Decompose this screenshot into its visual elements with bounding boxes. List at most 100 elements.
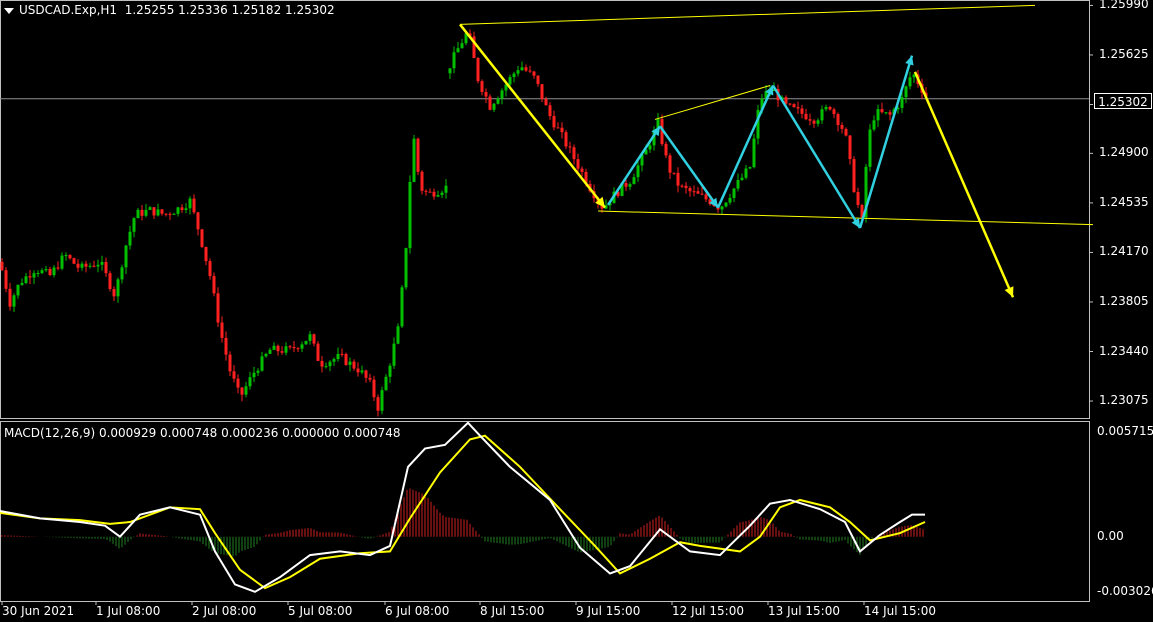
candle-body bbox=[260, 356, 264, 371]
time-tick-label: 6 Jul 08:00 bbox=[385, 604, 450, 618]
candle-body bbox=[64, 255, 68, 257]
candle-body bbox=[884, 112, 888, 114]
candle-body bbox=[148, 207, 152, 210]
macd-layer bbox=[0, 421, 926, 593]
candle-body bbox=[92, 265, 96, 267]
candle-body bbox=[784, 97, 788, 104]
candle-body bbox=[304, 340, 308, 345]
current-price-label: 1.25302 bbox=[1094, 93, 1152, 109]
candle-body bbox=[168, 214, 172, 216]
candle-body bbox=[112, 289, 116, 297]
candle-body bbox=[172, 213, 176, 215]
time-tick-label: 13 Jul 15:00 bbox=[768, 604, 840, 618]
candle-body bbox=[508, 77, 512, 85]
price-tick-label: 1.23075 bbox=[1099, 393, 1149, 408]
candle-body bbox=[292, 347, 296, 349]
main-frame bbox=[0, 0, 1090, 419]
candle-body bbox=[428, 191, 432, 193]
candle-body bbox=[572, 147, 576, 160]
candle-body bbox=[104, 262, 108, 274]
candle-body bbox=[812, 120, 816, 124]
price-tick-label: 1.25625 bbox=[1099, 46, 1149, 61]
candle-body bbox=[404, 248, 408, 288]
annotations-layer bbox=[459, 4, 1094, 298]
candle-body bbox=[80, 263, 84, 268]
candle-body bbox=[280, 351, 284, 353]
chart-frame bbox=[0, 0, 1093, 605]
candle-body bbox=[804, 113, 808, 120]
candle-body bbox=[320, 360, 324, 367]
price-tick-label: 1.23805 bbox=[1099, 293, 1149, 308]
candle-body bbox=[828, 106, 832, 110]
candle-body bbox=[296, 348, 300, 350]
trendline bbox=[597, 210, 1094, 226]
candle-body bbox=[880, 109, 884, 113]
price-tick-label: 1.25990 bbox=[1099, 0, 1149, 12]
candle-body bbox=[156, 209, 160, 216]
candle-body bbox=[56, 267, 60, 269]
candle-body bbox=[212, 276, 216, 294]
candle-body bbox=[396, 326, 400, 344]
chart-menu-icon[interactable] bbox=[4, 7, 14, 14]
candle-body bbox=[564, 132, 568, 147]
time-tick-label: 2 Jul 08:00 bbox=[192, 604, 257, 618]
macd-title: MACD(12,26,9) 0.000929 0.000748 0.000236… bbox=[4, 426, 401, 440]
candle-body bbox=[748, 167, 752, 169]
candle-body bbox=[492, 103, 496, 110]
candle-body bbox=[240, 387, 244, 395]
candle-body bbox=[684, 185, 688, 189]
candle-body bbox=[420, 171, 424, 191]
candle-body bbox=[248, 377, 252, 387]
candle-body bbox=[452, 52, 456, 69]
time-tick-label: 8 Jul 15:00 bbox=[480, 604, 545, 618]
signal-line bbox=[0, 434, 926, 590]
candle-body bbox=[336, 353, 340, 360]
candle-body bbox=[380, 390, 384, 411]
candle-body bbox=[704, 194, 708, 200]
candle-body bbox=[500, 90, 504, 99]
candle-body bbox=[856, 192, 860, 205]
candle-body bbox=[288, 346, 292, 348]
candle-body bbox=[236, 378, 240, 388]
candle-body bbox=[60, 255, 64, 269]
candle-body bbox=[412, 138, 416, 182]
chart-canvas[interactable] bbox=[0, 0, 1153, 622]
candle-body bbox=[788, 103, 792, 105]
candle-body bbox=[256, 370, 260, 373]
candle-body bbox=[544, 99, 548, 106]
candle-body bbox=[460, 43, 464, 49]
candle-body bbox=[372, 379, 376, 398]
candle-body bbox=[624, 183, 628, 187]
candle-body bbox=[228, 354, 232, 372]
price-tick-label: 1.24170 bbox=[1099, 244, 1149, 259]
candle-body bbox=[848, 135, 852, 160]
candle-body bbox=[284, 346, 288, 353]
candle-body bbox=[532, 71, 536, 76]
candle-body bbox=[448, 68, 452, 74]
candle-body bbox=[496, 98, 500, 104]
forecast-arrow bbox=[459, 23, 606, 209]
candle-body bbox=[744, 168, 748, 178]
candle-body bbox=[900, 97, 904, 108]
time-tick-label: 30 Jun 2021 bbox=[2, 604, 75, 618]
candle-body bbox=[524, 67, 528, 71]
candle-body bbox=[140, 209, 144, 216]
candle-body bbox=[16, 284, 20, 296]
candle-body bbox=[24, 276, 28, 283]
candle-body bbox=[488, 96, 492, 110]
candle-body bbox=[740, 177, 744, 180]
time-tick-label: 12 Jul 15:00 bbox=[672, 604, 744, 618]
candle-body bbox=[824, 106, 828, 110]
candle-body bbox=[568, 146, 572, 148]
candle-body bbox=[272, 345, 276, 350]
candle-body bbox=[4, 270, 8, 289]
candle-body bbox=[128, 231, 132, 246]
candle-body bbox=[688, 188, 692, 192]
candle-body bbox=[732, 188, 736, 198]
candle-body bbox=[728, 197, 732, 203]
candle-body bbox=[268, 349, 272, 354]
candle-body bbox=[720, 206, 724, 210]
candle-body bbox=[40, 270, 44, 274]
candle-body bbox=[216, 293, 220, 323]
candle-body bbox=[164, 213, 168, 215]
